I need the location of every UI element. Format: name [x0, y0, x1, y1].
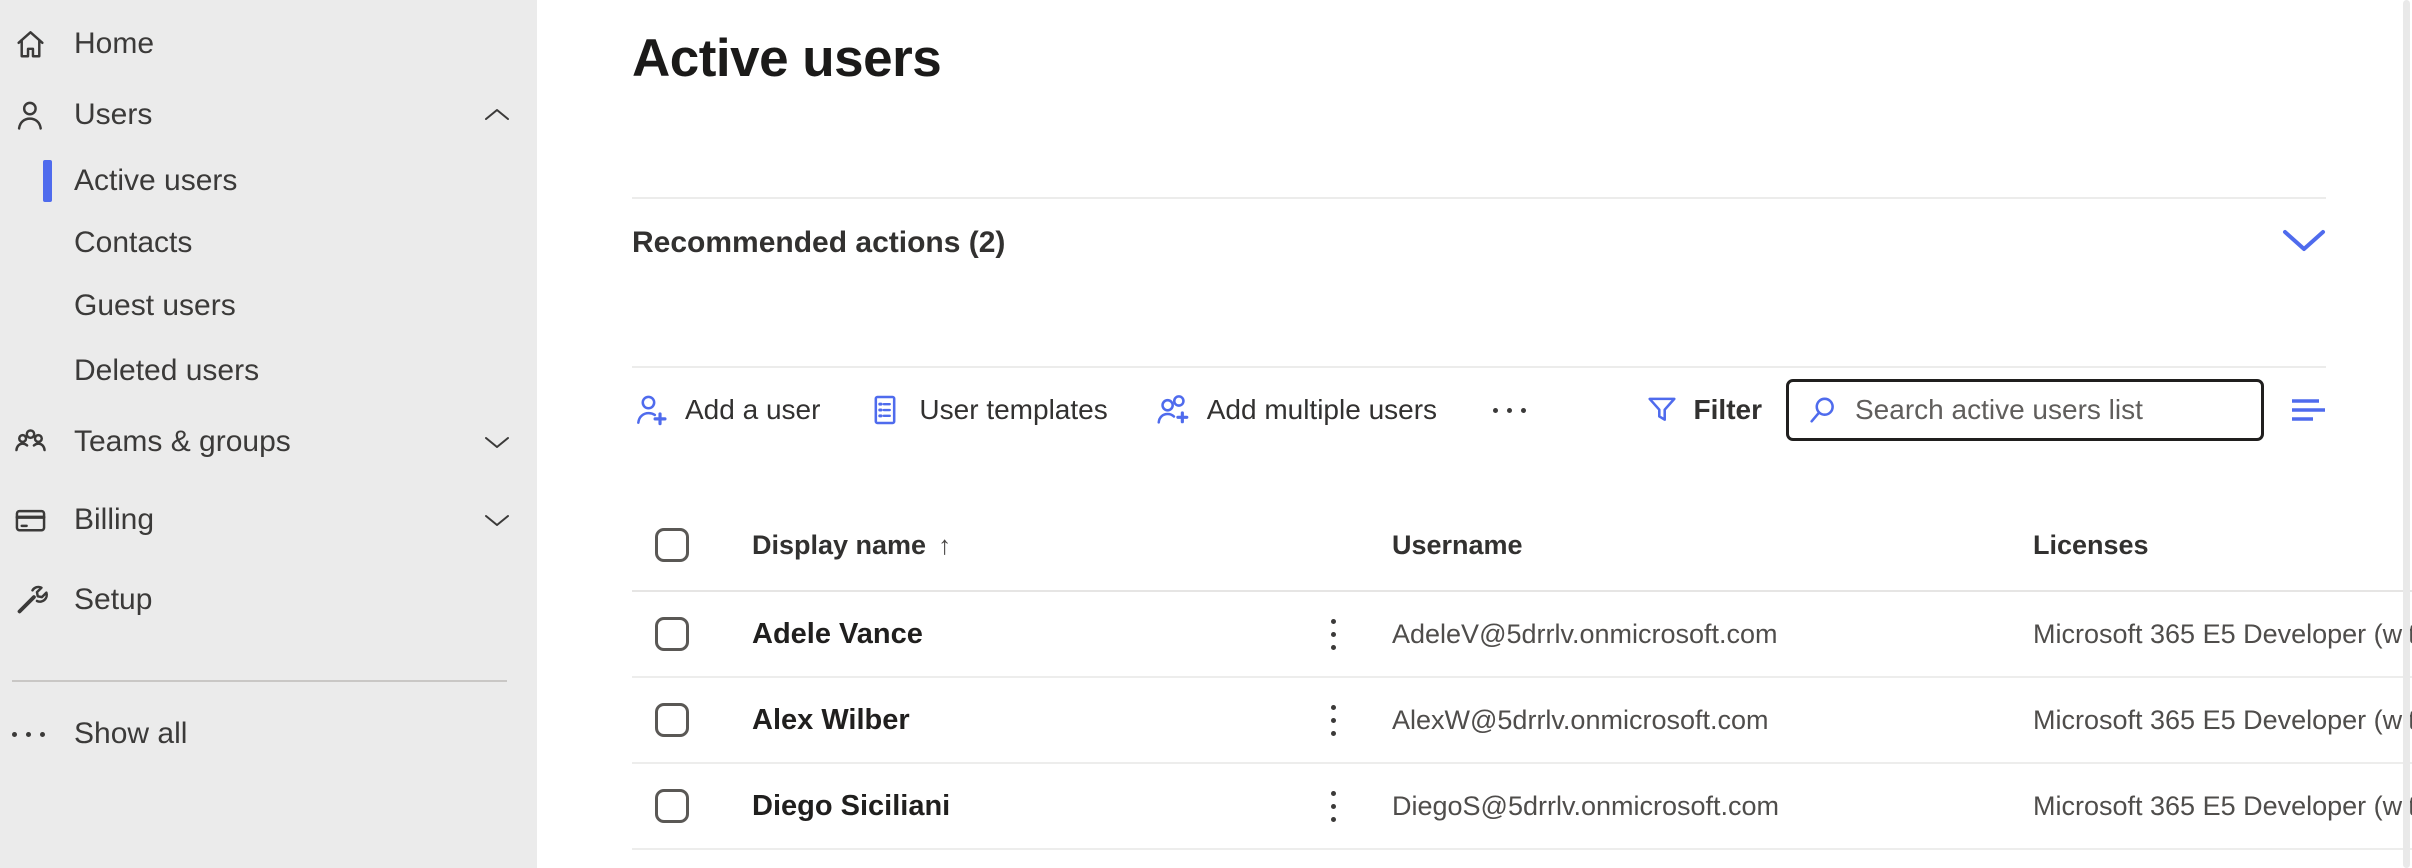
- sort-lines-button[interactable]: [2290, 396, 2326, 424]
- username-cell: AdeleV@5drrlv.onmicrosoft.com: [1392, 619, 2033, 650]
- people-add-icon: [1154, 391, 1192, 429]
- table-header-row: Display name ↑ Username Licenses: [632, 500, 2412, 592]
- sidebar-item-teams-groups[interactable]: Teams & groups: [0, 404, 537, 480]
- filter-funnel-icon: [1644, 392, 1680, 428]
- sidebar-item-users[interactable]: Users: [0, 80, 537, 150]
- vertical-scrollbar[interactable]: [2403, 0, 2410, 868]
- search-box[interactable]: [1786, 379, 2264, 441]
- wrench-icon: [12, 578, 52, 622]
- sidebar-item-label: Contacts: [74, 226, 192, 260]
- sidebar-item-label: Deleted users: [74, 354, 259, 388]
- user-templates-label: User templates: [919, 394, 1107, 426]
- sidebar-item-label: Show all: [74, 717, 187, 751]
- display-name-link[interactable]: Diego Siciliani: [752, 790, 1310, 823]
- row-checkbox[interactable]: [655, 703, 689, 737]
- row-more-actions-icon[interactable]: [1316, 701, 1350, 740]
- add-user-button[interactable]: Add a user: [632, 391, 820, 429]
- more-actions-button[interactable]: [1483, 408, 1536, 413]
- column-header-username[interactable]: Username: [1392, 530, 2033, 561]
- sidebar-item-deleted-users[interactable]: Deleted users: [0, 338, 537, 404]
- chevron-down-icon: [483, 434, 511, 450]
- active-item-indicator: [43, 160, 52, 202]
- person-add-icon: [632, 391, 670, 429]
- sidebar-item-label: Users: [74, 98, 152, 132]
- column-label: Licenses: [2033, 530, 2149, 561]
- page-title: Active users: [632, 28, 941, 89]
- column-header-display-name[interactable]: Display name ↑: [752, 530, 1310, 561]
- row-checkbox[interactable]: [655, 789, 689, 823]
- add-multiple-users-button[interactable]: Add multiple users: [1154, 391, 1437, 429]
- add-user-label: Add a user: [685, 394, 820, 426]
- column-label: Display name: [752, 530, 926, 561]
- recommended-actions-header[interactable]: Recommended actions (2): [632, 212, 2326, 274]
- table-row: Alex Wilber AlexW@5drrlv.onmicrosoft.com…: [632, 678, 2412, 764]
- sidebar-item-label: Setup: [74, 583, 152, 617]
- more-horizontal-icon: [1493, 408, 1526, 413]
- recommended-actions-label: Recommended actions (2): [632, 226, 1005, 260]
- sidebar-item-label: Home: [74, 27, 154, 61]
- display-name-link[interactable]: Adele Vance: [752, 618, 1310, 651]
- sidebar-item-guest-users[interactable]: Guest users: [0, 274, 537, 338]
- filter-label: Filter: [1694, 394, 1762, 426]
- sidebar-item-label: Billing: [74, 503, 154, 537]
- chevron-down-icon: [483, 512, 511, 528]
- people-icon: [12, 420, 52, 464]
- sidebar-item-billing[interactable]: Billing: [0, 480, 537, 560]
- search-input[interactable]: [1855, 394, 2245, 426]
- table-row: Adele Vance AdeleV@5drrlv.onmicrosoft.co…: [632, 592, 2412, 678]
- column-label: Username: [1392, 530, 1523, 561]
- chevron-down-icon[interactable]: [2282, 229, 2326, 258]
- add-multiple-users-label: Add multiple users: [1207, 394, 1437, 426]
- user-templates-button[interactable]: User templates: [866, 391, 1107, 429]
- sort-lines-icon: [2290, 396, 2326, 424]
- row-more-actions-icon[interactable]: [1316, 615, 1350, 654]
- row-more-actions-icon[interactable]: [1316, 787, 1350, 826]
- template-list-icon: [866, 391, 904, 429]
- sidebar-item-label: Active users: [74, 164, 237, 198]
- sidebar-item-setup[interactable]: Setup: [0, 560, 537, 640]
- username-cell: AlexW@5drrlv.onmicrosoft.com: [1392, 705, 2033, 736]
- sidebar-item-label: Teams & groups: [74, 425, 291, 459]
- row-checkbox[interactable]: [655, 617, 689, 651]
- sidebar-item-show-all[interactable]: Show all: [0, 702, 537, 766]
- home-icon: [12, 22, 52, 66]
- column-header-licenses[interactable]: Licenses: [2033, 530, 2412, 561]
- toolbar: Add a user User templates Add multiple u…: [632, 372, 2326, 448]
- section-divider: [632, 366, 2326, 368]
- section-divider: [632, 197, 2326, 199]
- licenses-cell: Microsoft 365 E5 Developer (withou: [2033, 791, 2412, 822]
- licenses-cell: Microsoft 365 E5 Developer (withou: [2033, 705, 2412, 736]
- username-cell: DiegoS@5drrlv.onmicrosoft.com: [1392, 791, 2033, 822]
- sort-ascending-icon: ↑: [938, 530, 951, 561]
- chevron-up-icon: [483, 107, 511, 123]
- table-row: Diego Siciliani DiegoS@5drrlv.onmicrosof…: [632, 764, 2412, 850]
- credit-card-icon: [12, 498, 52, 542]
- filter-button[interactable]: Filter: [1644, 392, 1762, 428]
- sidebar-divider: [12, 680, 507, 682]
- licenses-cell: Microsoft 365 E5 Developer (withou: [2033, 619, 2412, 650]
- select-all-checkbox[interactable]: [655, 528, 689, 562]
- sidebar-item-home[interactable]: Home: [0, 8, 537, 80]
- search-icon: [1805, 393, 1839, 427]
- display-name-link[interactable]: Alex Wilber: [752, 704, 1310, 737]
- sidebar: Home Users Active users Contacts Guest u…: [0, 0, 537, 868]
- person-icon: [12, 93, 52, 137]
- sidebar-item-contacts[interactable]: Contacts: [0, 212, 537, 274]
- m365-admin-active-users-page: Home Users Active users Contacts Guest u…: [0, 0, 2412, 868]
- active-users-table: Display name ↑ Username Licenses Adele V…: [632, 500, 2412, 850]
- sidebar-item-active-users[interactable]: Active users: [0, 150, 537, 212]
- ellipsis-icon: [12, 712, 52, 756]
- sidebar-item-label: Guest users: [74, 289, 236, 323]
